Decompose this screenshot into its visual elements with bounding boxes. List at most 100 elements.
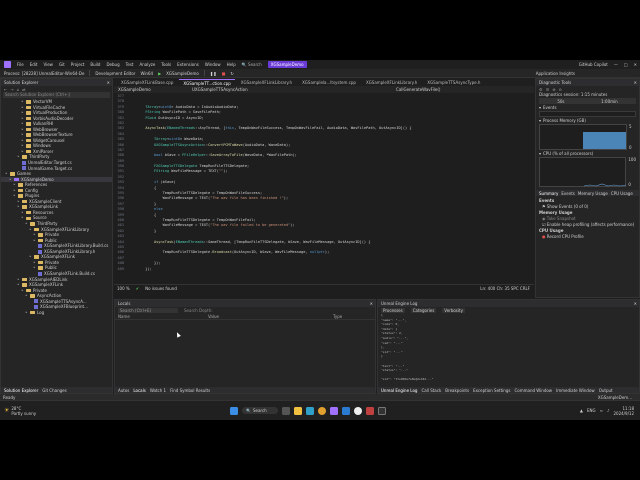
tab-git-changes[interactable]: Git Changes xyxy=(42,388,66,393)
menu-item-help[interactable]: Help xyxy=(227,62,236,67)
file-explorer-icon[interactable] xyxy=(293,406,302,415)
volume-icon[interactable]: ♪ xyxy=(607,408,610,413)
stop-icon[interactable]: ■ xyxy=(222,71,226,76)
expand-chevron-icon[interactable]: ▸ xyxy=(33,265,36,271)
tab-cpu-usage[interactable]: CPU Usage xyxy=(611,191,633,196)
config-selector[interactable]: Development Editor xyxy=(95,71,135,76)
wifi-icon[interactable]: ≈ xyxy=(600,408,603,413)
start-icon[interactable] xyxy=(229,406,238,415)
log-output[interactable]: { "name": "...", "code": 0, "data": { "s… xyxy=(378,313,639,383)
sync-icon[interactable]: ⇄ xyxy=(22,87,25,92)
menu-item-view[interactable]: View xyxy=(43,62,53,67)
categories-filter[interactable]: Categories xyxy=(410,307,437,313)
editor-tab[interactable]: XGSampleXFLinkLibrary.h xyxy=(362,79,421,86)
record-cpu-button[interactable]: ● Record CPU Profile xyxy=(539,234,636,240)
zoom-level[interactable]: 100 % xyxy=(117,286,130,291)
editor-tab[interactable]: XGSamplela...ltsystem.cpp xyxy=(298,79,360,86)
tab-watch1[interactable]: Watch 1 xyxy=(150,388,166,393)
menu-item-extensions[interactable]: Extensions xyxy=(177,62,199,67)
tab-autos[interactable]: Autos xyxy=(118,388,129,393)
startup-project-label[interactable]: XGSampleDemo xyxy=(166,71,199,76)
forward-icon[interactable]: → xyxy=(10,87,13,92)
tab-output[interactable]: Output xyxy=(599,388,613,393)
processes-filter[interactable]: Processes xyxy=(381,307,405,313)
task-view-icon[interactable] xyxy=(281,406,290,415)
expand-chevron-icon[interactable]: ▸ xyxy=(21,149,24,155)
col-value[interactable]: Value xyxy=(208,314,333,319)
expand-chevron-icon[interactable]: ▸ xyxy=(17,282,20,288)
menu-item-analyze[interactable]: Analyze xyxy=(140,62,156,67)
back-icon[interactable]: ← xyxy=(4,87,7,92)
nav-project-dropdown[interactable]: XGSampleDemo xyxy=(118,87,188,92)
copilot-button[interactable]: GitHub Copilot xyxy=(579,62,608,67)
menu-item-file[interactable]: File xyxy=(17,62,24,67)
menu-item-debug[interactable]: Debug xyxy=(106,62,119,67)
zoom-out-icon[interactable]: ⊖ xyxy=(559,87,562,92)
menu-item-window[interactable]: Window xyxy=(205,62,221,67)
tab-memory-usage[interactable]: Memory Usage xyxy=(578,191,608,196)
app-insights-button[interactable]: Application Insights xyxy=(536,71,575,76)
search-box[interactable]: 🔍 Search xyxy=(242,62,262,67)
expand-chevron-icon[interactable]: ▸ xyxy=(17,154,20,160)
tab-immediate-window[interactable]: Immediate Window xyxy=(556,388,595,393)
expand-chevron-icon[interactable]: ▸ xyxy=(29,227,32,233)
nav-class-dropdown[interactable]: UXGSampleTTSAsyncAction xyxy=(192,87,392,92)
tab-summary[interactable]: Summary xyxy=(539,191,558,196)
tab-command-window[interactable]: Command Window xyxy=(514,388,552,393)
platform-selector[interactable]: Win64 xyxy=(140,71,153,76)
col-name[interactable]: Name xyxy=(118,314,208,319)
expand-chevron-icon[interactable]: ▸ xyxy=(33,238,36,244)
tab-find-symbol[interactable]: Find Symbol Results xyxy=(170,388,210,393)
expand-chevron-icon[interactable]: ▸ xyxy=(17,204,20,210)
expand-chevron-icon[interactable]: ▸ xyxy=(29,254,32,260)
minimize-icon[interactable]: — xyxy=(614,62,618,67)
locals-search-input[interactable]: Search (Ctrl+E) xyxy=(118,308,178,313)
tab-locals[interactable]: Locals xyxy=(133,388,145,393)
editor-tab[interactable]: XGSampleTTSAsyncType.h xyxy=(423,79,484,86)
expand-chevron-icon[interactable]: ▸ xyxy=(5,171,8,177)
weather-widget[interactable]: ☀ 28°C Partly sunny xyxy=(0,406,36,416)
col-type[interactable]: Type xyxy=(333,314,342,319)
close-icon[interactable]: ✕ xyxy=(634,80,639,85)
verbosity-filter[interactable]: Verbosity xyxy=(442,307,465,313)
edge-icon[interactable] xyxy=(305,406,314,415)
restart-icon[interactable]: ↻ xyxy=(230,71,233,76)
maximize-icon[interactable]: □ xyxy=(624,62,628,67)
process-selector[interactable]: Process: [28228] UnrealEditor-Win64-De xyxy=(4,71,84,76)
collapse-icon[interactable]: ▾ xyxy=(539,117,541,124)
unreal-icon[interactable] xyxy=(353,406,362,415)
expand-chevron-icon[interactable]: ▸ xyxy=(25,310,28,316)
visual-studio-icon[interactable] xyxy=(329,406,338,415)
tab-unreal-log[interactable]: Unreal Engine Log xyxy=(381,388,417,393)
tab-solution-explorer[interactable]: Solution Explorer xyxy=(4,388,38,393)
expand-chevron-icon[interactable]: ▸ xyxy=(25,293,28,299)
expand-chevron-icon[interactable]: ▸ xyxy=(21,215,24,221)
tab-exception-settings[interactable]: Exception Settings xyxy=(473,388,510,393)
close-icon[interactable]: ✕ xyxy=(634,301,639,306)
expand-chevron-icon[interactable]: ▸ xyxy=(13,193,16,199)
repo-status[interactable]: XGSampleDem... xyxy=(598,395,640,400)
settings-icon[interactable]: ⚙ xyxy=(539,87,543,92)
menu-item-tools[interactable]: Tools xyxy=(161,62,171,67)
nav-member-dropdown[interactable]: CallGenerateWavFile() xyxy=(396,87,440,92)
menu-item-test[interactable]: Test xyxy=(126,62,134,67)
close-icon[interactable]: ✕ xyxy=(370,301,375,306)
editor-tab[interactable]: XGSampleXFLinkLibrary.h xyxy=(237,79,296,86)
continue-icon[interactable]: ▶ xyxy=(158,71,161,76)
clock[interactable]: 11:18 2024/9/12 xyxy=(614,406,635,416)
tab-breakpoints[interactable]: Breakpoints xyxy=(445,388,469,393)
close-icon[interactable]: ✕ xyxy=(634,62,640,67)
pause-icon[interactable]: ❚❚ xyxy=(210,71,217,76)
code-editor[interactable]: 377 378 379 TArray<uint8> AudioData = InAu… xyxy=(114,93,534,284)
menu-item-build[interactable]: Build xyxy=(90,62,100,67)
chevron-up-icon[interactable]: ▲ xyxy=(580,408,583,413)
collapse-icon[interactable]: ▾ xyxy=(539,150,541,157)
home-icon[interactable]: ⌂ xyxy=(17,87,20,92)
vscode-icon[interactable] xyxy=(341,406,350,415)
taskbar-search[interactable]: 🔍 Search xyxy=(241,407,278,414)
menu-item-git[interactable]: Git xyxy=(59,62,65,67)
language-indicator[interactable]: ENG xyxy=(587,408,596,413)
editor-tab[interactable]: XGSampleXFLinkBase.cpp xyxy=(117,79,177,86)
zoom-in-icon[interactable]: ⊕ xyxy=(552,87,555,92)
terminal-icon[interactable] xyxy=(377,406,386,415)
